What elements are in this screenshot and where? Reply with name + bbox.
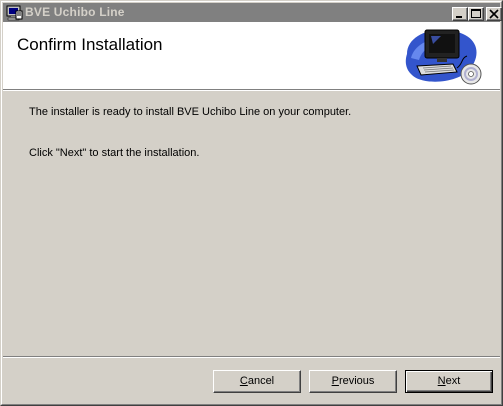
header-divider-highlight — [3, 90, 500, 91]
minimize-icon — [456, 16, 462, 18]
title-bar[interactable]: BVE Uchibo Line — [3, 3, 502, 22]
header-banner: Confirm Installation — [3, 22, 500, 89]
maximize-button[interactable] — [468, 7, 484, 21]
cancel-button[interactable]: Cancel — [213, 370, 301, 393]
maximize-icon — [471, 9, 481, 18]
next-mnemonic: N — [437, 375, 446, 387]
installer-window: BVE Uchibo Line Confirm Installation The… — [0, 0, 503, 406]
previous-mnemonic: P — [331, 375, 339, 387]
ready-message: The installer is ready to install BVE Uc… — [29, 106, 352, 118]
computer-install-icon — [405, 29, 482, 85]
close-button[interactable] — [486, 7, 502, 21]
page-title: Confirm Installation — [17, 35, 163, 54]
footer-divider-highlight — [3, 357, 500, 358]
previous-button[interactable]: Previous — [309, 370, 397, 393]
close-icon — [489, 9, 499, 19]
cancel-label-rest: ancel — [247, 375, 275, 387]
previous-label-rest: revious — [338, 375, 375, 387]
next-button[interactable]: Next — [405, 370, 493, 393]
next-label-rest: ext — [445, 375, 461, 387]
installer-app-icon — [6, 5, 23, 21]
cancel-mnemonic: C — [239, 375, 248, 387]
minimize-button[interactable] — [452, 7, 468, 21]
instruction-message: Click "Next" to start the installation. — [29, 147, 200, 159]
window-title: BVE Uchibo Line — [25, 5, 125, 19]
